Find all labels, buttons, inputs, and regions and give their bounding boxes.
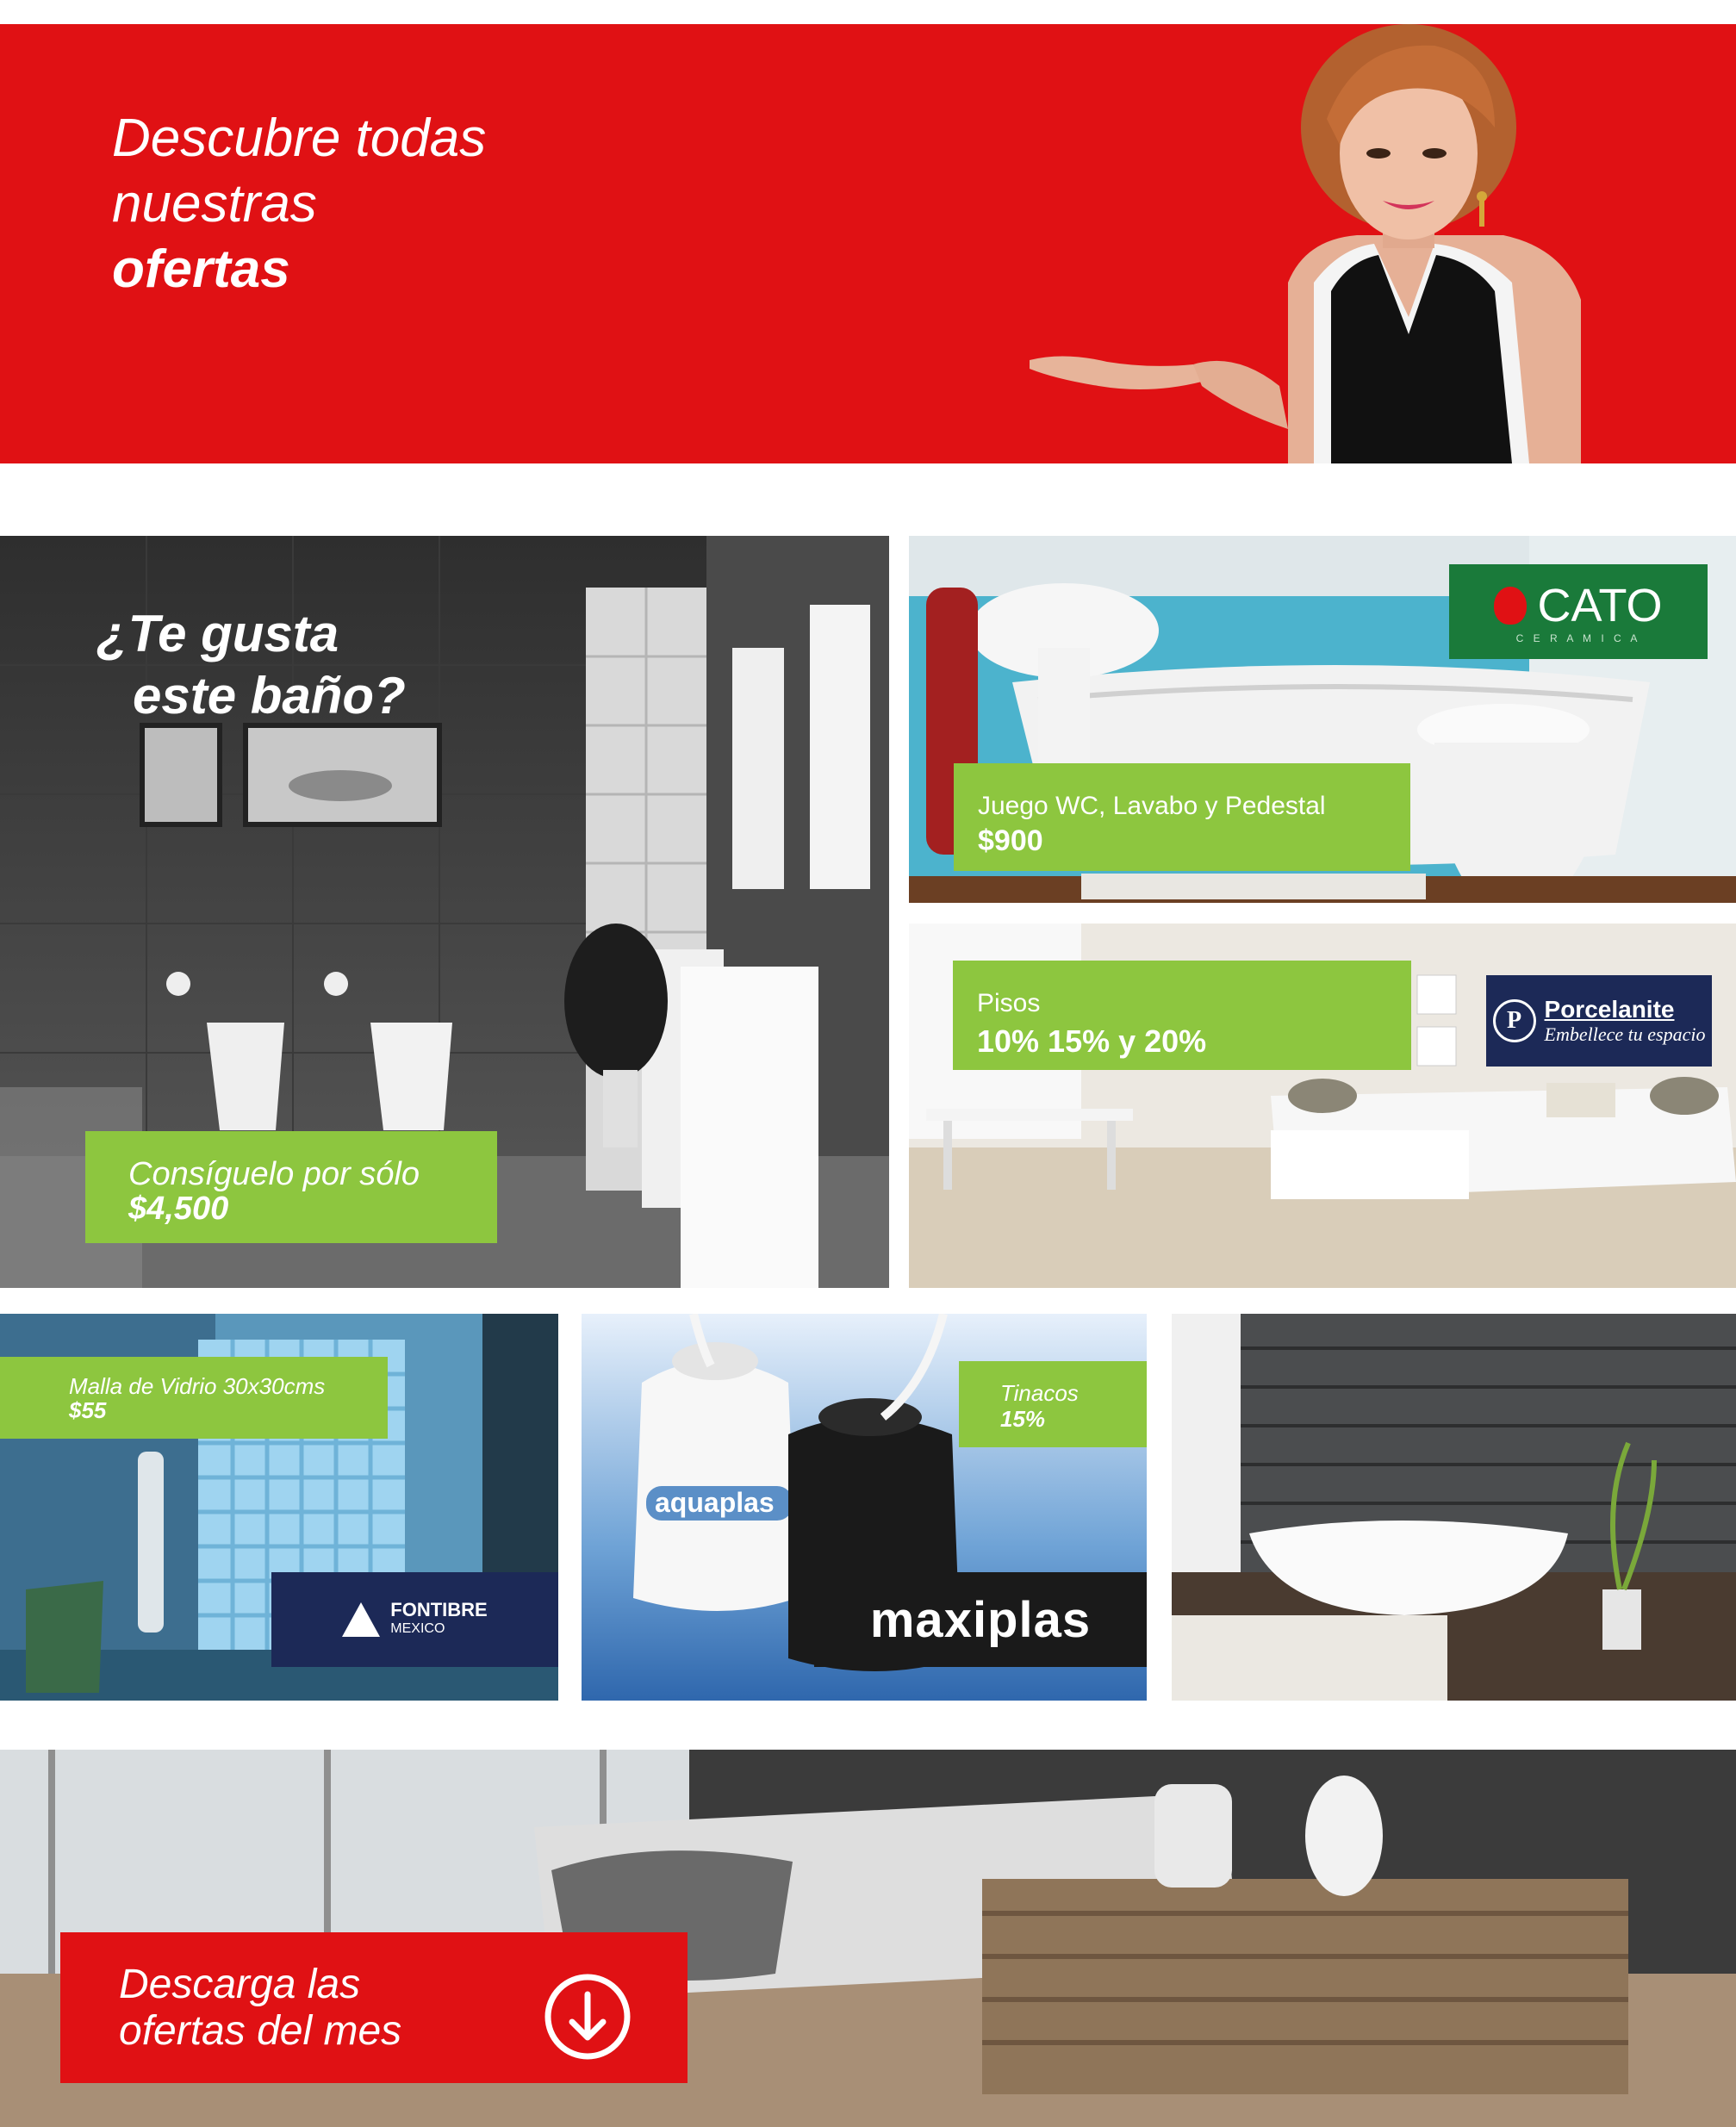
download-line-2: ofertas del mes	[119, 2008, 402, 2054]
apple-icon	[1494, 587, 1528, 625]
porcelanite-tagline: Embellece tu espacio	[1544, 1023, 1706, 1045]
hero-title: Descubre todas nuestras ofertas	[112, 106, 486, 302]
tinacos-product: Tinacos	[1000, 1380, 1079, 1406]
cato-brand-sub: C E R A M I C A	[1515, 632, 1641, 644]
hero-line-3: ofertas	[112, 239, 290, 299]
fontibre-logo: FONTIBRE MEXICO	[271, 1572, 558, 1667]
cato-logo: CATO C E R A M I C A	[1449, 564, 1708, 659]
stone-wall-bathtub-photo	[1172, 1314, 1736, 1701]
drop-triangle-icon	[342, 1602, 381, 1637]
maxiplas-brand: maxiplas	[869, 1591, 1092, 1648]
porcelanite-discount: 10% 15% y 20%	[977, 1023, 1207, 1059]
bathroom-question-line-2: este baño?	[133, 667, 406, 725]
maxiplas-logo: maxiplas	[814, 1572, 1147, 1667]
download-offers-button[interactable]: Descarga las ofertas del mes	[60, 1932, 688, 2083]
porcelanite-p-icon: P	[1492, 999, 1536, 1042]
download-line-1: Descarga las	[119, 1962, 361, 2007]
fontibre-brand: FONTIBRE	[390, 1599, 488, 1620]
aquaplas-tank-label: aquaplas	[655, 1487, 775, 1518]
hero-line-1: Descubre todas	[112, 109, 487, 168]
fontibre-price: $55	[69, 1397, 107, 1423]
spokeswoman-image	[1030, 24, 1581, 463]
download-arrow-icon[interactable]	[543, 1972, 632, 2062]
bathroom-promo-tile[interactable]: ¿Te gusta este baño? Consíguelo por sólo…	[0, 536, 889, 1288]
fontibre-offer-tag[interactable]: Malla de Vidrio 30x30cms $55	[0, 1357, 388, 1439]
fontibre-promo-tile[interactable]: Malla de Vidrio 30x30cms $55 FONTIBRE ME…	[0, 1314, 558, 1701]
fontibre-brand-sub: MEXICO	[390, 1621, 445, 1636]
porcelanite-logo: P Porcelanite Embellece tu espacio	[1486, 975, 1712, 1067]
cato-price: $900	[978, 824, 1043, 857]
hero-banner: Descubre todas nuestras ofertas	[0, 24, 1736, 463]
bathroom-offer-tag[interactable]: Consíguelo por sólo $4,500	[85, 1131, 497, 1243]
porcelanite-promo-tile[interactable]: Pisos 10% 15% y 20% P Porcelanite Embell…	[909, 924, 1736, 1288]
porcelanite-product: Pisos	[977, 989, 1041, 1017]
cato-brand: CATO	[1537, 580, 1663, 631]
bathtub-photo-tile[interactable]	[1172, 1314, 1736, 1701]
cato-promo-tile[interactable]: CATO C E R A M I C A Juego WC, Lavabo y …	[909, 536, 1736, 903]
bathroom-offer-text: Consíguelo por sólo	[128, 1156, 420, 1192]
cato-product: Juego WC, Lavabo y Pedestal	[978, 792, 1326, 820]
tinacos-offer-tag[interactable]: Tinacos 15%	[959, 1361, 1147, 1447]
porcelanite-brand: Porcelanite	[1544, 996, 1675, 1023]
cato-offer-tag[interactable]: Juego WC, Lavabo y Pedestal $900	[954, 763, 1410, 871]
bathroom-offer-price: $4,500	[128, 1191, 229, 1227]
download-band: Descarga las ofertas del mes	[0, 1750, 1736, 2127]
porcelanite-offer-tag[interactable]: Pisos 10% 15% y 20%	[953, 961, 1411, 1070]
bathroom-question-line-1: ¿Te gusta	[96, 605, 339, 662]
tinacos-promo-tile[interactable]: aquaplas el Tinacos 15% maxiplas	[582, 1314, 1147, 1701]
tinacos-discount: 15%	[1000, 1406, 1046, 1432]
fontibre-product: Malla de Vidrio 30x30cms	[69, 1373, 326, 1399]
hero-line-2: nuestras	[112, 174, 317, 233]
